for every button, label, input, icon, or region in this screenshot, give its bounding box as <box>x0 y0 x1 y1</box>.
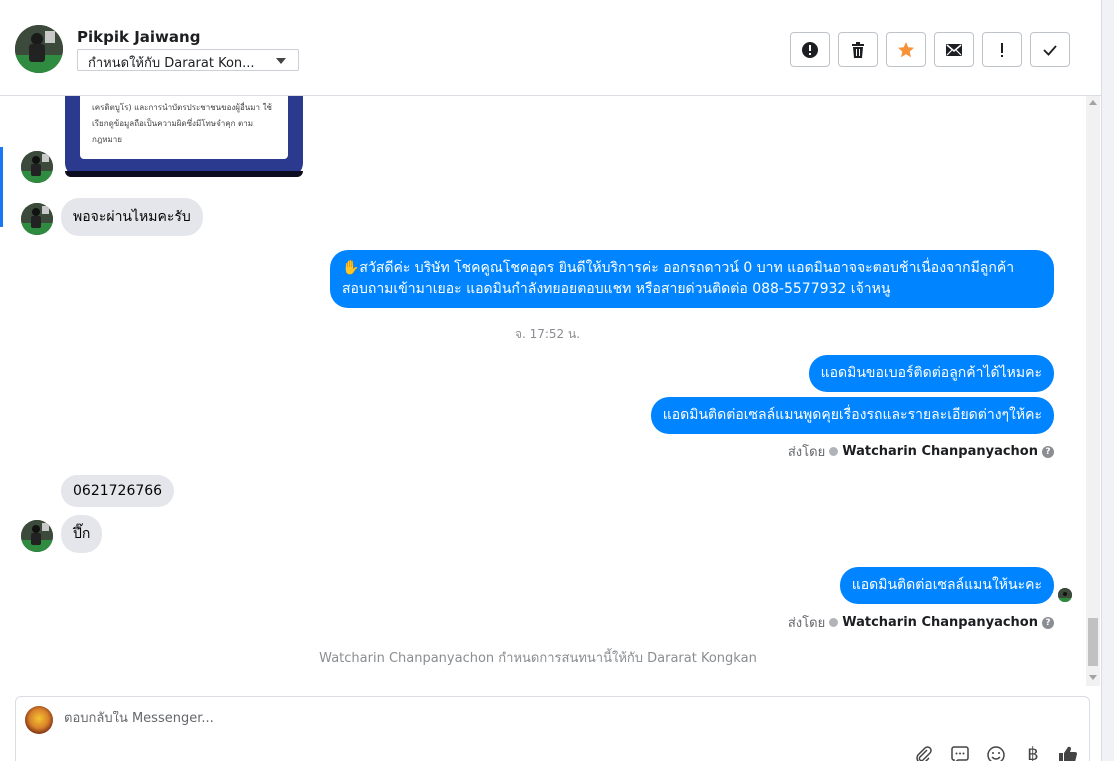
sender-avatar[interactable] <box>21 151 53 183</box>
mark-unread-button[interactable] <box>934 32 974 67</box>
scroll-down-arrow-icon[interactable] <box>1089 675 1097 680</box>
chevron-down-icon <box>276 58 286 64</box>
contact-avatar[interactable] <box>15 25 63 73</box>
incoming-message[interactable]: 0621726766 <box>61 475 175 507</box>
thumbs-up-icon[interactable] <box>1058 745 1080 761</box>
verified-badge-icon <box>829 618 839 627</box>
seen-indicator-avatar <box>1058 588 1072 602</box>
page-avatar <box>25 706 53 734</box>
attachment-icon[interactable] <box>914 745 936 761</box>
sender-avatar[interactable] <box>21 203 53 235</box>
sent-by-line: ส่งโดย Watcharin Chanpanyachon ? <box>788 612 1054 633</box>
message-timestamp: จ. 17:52 น. <box>514 327 581 341</box>
scrollbar-thumb[interactable] <box>1088 618 1098 666</box>
sent-by-line: ส่งโดย Watcharin Chanpanyachon ? <box>788 441 1054 462</box>
exclamation-icon <box>1001 42 1003 57</box>
emoji-icon[interactable] <box>986 745 1008 761</box>
envelope-icon <box>946 43 962 56</box>
sender-avatar[interactable] <box>21 520 53 552</box>
verified-badge-icon <box>829 447 839 456</box>
image-attachment-text: เครดิตบูโร) และการนำบัตรประชาชนของผู้อื่… <box>80 96 288 159</box>
message-thread[interactable]: เครดิตบูโร) และการนำบัตรประชาชนของผู้อื่… <box>0 96 1101 686</box>
spam-button[interactable] <box>790 32 830 67</box>
assign-dropdown[interactable]: กำหนดให้กับ Dararat Kon... <box>77 49 299 71</box>
assignment-system-note: Watcharin Chanpanyachon กำหนดการสนทนานี้… <box>319 651 757 666</box>
sent-by-name[interactable]: Watcharin Chanpanyachon <box>842 444 1038 459</box>
messenger-conversation-window: Pikpik Jaiwang กำหนดให้กับ Dararat Kon..… <box>0 0 1114 761</box>
outgoing-message[interactable]: แอดมินติดต่อเซลล์แมนให้นะคะ <box>839 567 1054 604</box>
sent-by-label: ส่งโดย <box>787 616 826 631</box>
outgoing-message[interactable]: แอดมินติดต่อเซลล์แมนพูดคุยเรื่องรถและราย… <box>650 397 1054 434</box>
baht-icon[interactable]: ฿ <box>1022 745 1044 761</box>
right-edge-strip <box>1101 0 1114 761</box>
follow-up-button[interactable] <box>886 32 926 67</box>
mark-important-button[interactable] <box>982 32 1022 67</box>
alert-circle-icon <box>802 41 818 58</box>
contact-name[interactable]: Pikpik Jaiwang <box>77 28 200 46</box>
sent-by-label: ส่งโดย <box>787 445 826 460</box>
sent-by-name[interactable]: Watcharin Chanpanyachon <box>842 615 1038 630</box>
outgoing-message[interactable]: ✋สวัสดีค่ะ บริษัท โชคคูณโชคอุดร ยินดีให้… <box>330 250 1054 308</box>
help-icon[interactable]: ? <box>1042 616 1054 629</box>
star-icon <box>898 41 914 57</box>
saved-reply-icon[interactable] <box>950 745 972 761</box>
incoming-message[interactable]: พอจะผ่านไหมคะรับ <box>61 198 203 236</box>
delete-button[interactable] <box>838 32 878 67</box>
help-icon[interactable]: ? <box>1042 445 1054 458</box>
incoming-message[interactable]: ปึ๊ก <box>61 515 103 553</box>
mark-done-button[interactable] <box>1030 32 1070 67</box>
composer-actions: ฿ <box>914 745 1080 761</box>
outgoing-message[interactable]: แอดมินขอเบอร์ติดต่อลูกค้าได้ไหมคะ <box>808 355 1054 392</box>
checkmark-icon <box>1043 44 1057 56</box>
assign-dropdown-value: กำหนดให้กับ Dararat Kon... <box>88 56 255 71</box>
reply-input[interactable] <box>64 711 964 726</box>
thread-scrollbar[interactable] <box>1086 96 1100 686</box>
reply-composer: ฿ <box>15 696 1090 761</box>
scroll-up-arrow-icon[interactable] <box>1089 100 1097 105</box>
conversation-toolbar <box>790 32 1070 67</box>
conversation-header: Pikpik Jaiwang กำหนดให้กับ Dararat Kon..… <box>0 0 1101 96</box>
image-attachment-border <box>65 171 303 177</box>
trash-icon <box>852 41 864 58</box>
image-attachment[interactable]: เครดิตบูโร) และการนำบัตรประชาชนของผู้อื่… <box>65 96 303 177</box>
